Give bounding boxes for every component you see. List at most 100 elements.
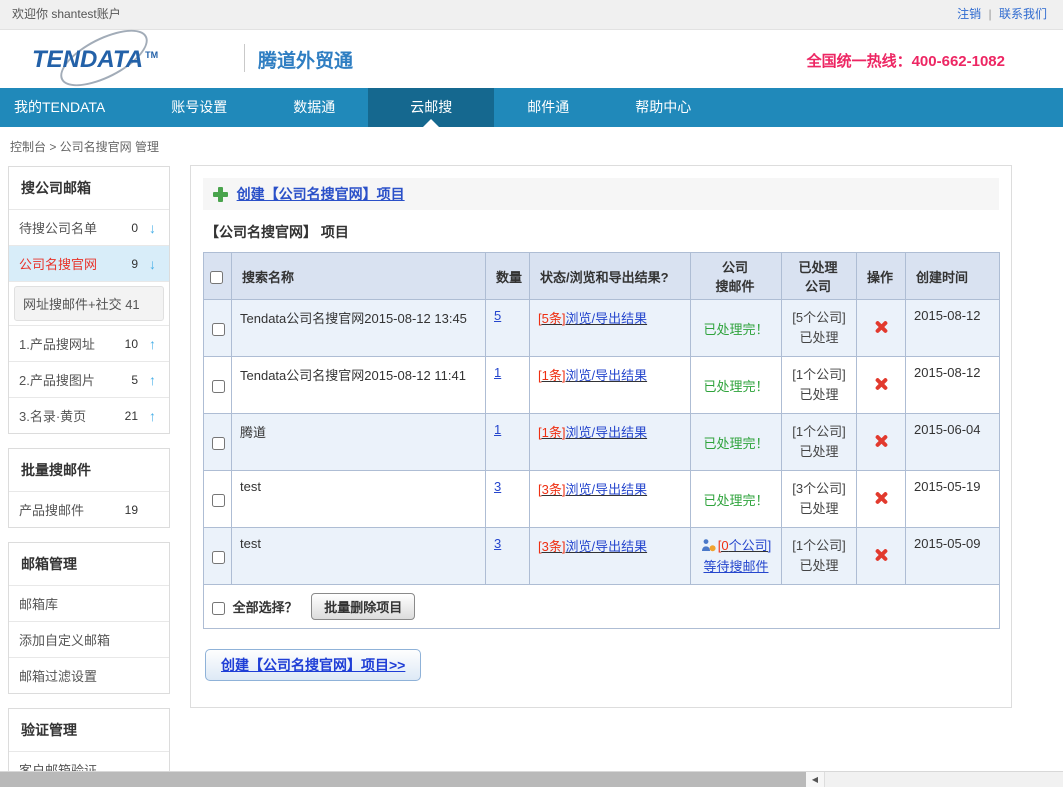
company-search-mail-cell: 已处理完！ bbox=[691, 300, 782, 357]
sidebar-item-label: 待搜公司名单 bbox=[19, 218, 118, 237]
create-project-button[interactable]: 创建【公司名搜官网】项目>> bbox=[205, 649, 421, 681]
quantity-link[interactable]: 5 bbox=[494, 308, 501, 323]
project-name-cell: Tendata公司名搜官网2015-08-12 11:41 bbox=[232, 357, 486, 414]
quantity-link[interactable]: 3 bbox=[494, 536, 501, 551]
logout-link[interactable]: 注销 bbox=[957, 7, 981, 21]
processed-companies-cell: [1个公司]已处理 bbox=[782, 528, 857, 585]
action-cell bbox=[857, 471, 906, 528]
processed-companies-cell: [3个公司]已处理 bbox=[782, 471, 857, 528]
sidebar-section-title: 验证管理 bbox=[9, 709, 169, 751]
quantity-link[interactable]: 3 bbox=[494, 479, 501, 494]
quantity-cell: 1 bbox=[486, 357, 530, 414]
sidebar-item[interactable]: 公司名搜官网9↓ bbox=[9, 245, 169, 281]
select-all-checkbox[interactable] bbox=[212, 602, 225, 615]
up-arrow-icon: ↑ bbox=[146, 336, 159, 352]
sidebar-item-label: 邮箱过滤设置 bbox=[19, 666, 118, 685]
nav-item[interactable]: 云邮搜 bbox=[368, 88, 494, 127]
company-search-mail-cell: 已处理完！ bbox=[691, 357, 782, 414]
quantity-link[interactable]: 1 bbox=[494, 365, 501, 380]
nav-item[interactable]: 帮助中心 bbox=[602, 88, 724, 127]
sidebar-item-label: 3.名录·黄页 bbox=[19, 406, 118, 425]
sidebar-item[interactable]: 待搜公司名单0↓ bbox=[9, 209, 169, 245]
header-checkbox-cell bbox=[204, 253, 232, 300]
sidebar-item[interactable]: 2.产品搜图片5↑ bbox=[9, 361, 169, 397]
sidebar-item-label: 公司名搜官网 bbox=[19, 254, 118, 273]
row-checkbox[interactable] bbox=[212, 551, 225, 564]
create-project-bar: 创建【公司名搜官网】项目 bbox=[203, 178, 999, 210]
batch-delete-button[interactable]: 批量删除项目 bbox=[311, 593, 415, 620]
delete-icon[interactable] bbox=[874, 319, 889, 334]
sidebar-item-label: 邮箱库 bbox=[19, 594, 118, 613]
sidebar-item[interactable]: 邮箱库 bbox=[9, 585, 169, 621]
col-header-name: 搜索名称 bbox=[232, 253, 486, 300]
project-table-body: Tendata公司名搜官网2015-08-12 13:455[5条]浏览/导出结… bbox=[204, 300, 1000, 585]
sidebar-item[interactable]: 3.名录·黄页21↑ bbox=[9, 397, 169, 433]
waiting-search-mail-link[interactable]: 等待搜邮件 bbox=[703, 559, 768, 574]
left-triangle-icon: ◀ bbox=[812, 775, 818, 784]
browse-export-link[interactable]: [1条]浏览/导出结果 bbox=[538, 425, 647, 440]
sidebar-item[interactable]: 1.产品搜网址10↑ bbox=[9, 325, 169, 361]
page-header: TENDATATM 腾道外贸通 全国统一热线：400-662-1082 bbox=[0, 30, 1063, 88]
sidebar-item[interactable]: 网址搜邮件+社交 41 bbox=[9, 281, 169, 325]
row-checkbox-cell bbox=[204, 300, 232, 357]
waiting-count-label: 个公司] bbox=[729, 538, 772, 553]
create-project-link[interactable]: 创建【公司名搜官网】项目 bbox=[237, 186, 405, 202]
sidebar-item[interactable]: 产品搜邮件19 bbox=[9, 491, 169, 527]
sidebar-item[interactable]: 邮箱过滤设置 bbox=[9, 657, 169, 693]
browse-export-link[interactable]: [5条]浏览/导出结果 bbox=[538, 311, 647, 326]
project-name-cell: 腾道 bbox=[232, 414, 486, 471]
sidebar-section-title: 邮箱管理 bbox=[9, 543, 169, 585]
scroll-left-button[interactable]: ◀ bbox=[806, 772, 825, 787]
contact-link[interactable]: 联系我们 bbox=[999, 7, 1047, 21]
result-label: 浏览/导出结果 bbox=[565, 311, 647, 326]
quantity-link[interactable]: 1 bbox=[494, 422, 501, 437]
waiting-companies-link[interactable]: [0个公司] bbox=[718, 538, 771, 553]
col-header-created: 创建时间 bbox=[906, 253, 1000, 300]
browse-export-link[interactable]: [1条]浏览/导出结果 bbox=[538, 368, 647, 383]
col-header-processed-line2: 公司 bbox=[786, 276, 850, 295]
hotline-text: 全国统一热线：400-662-1082 bbox=[807, 50, 1005, 71]
status-done-text: 已处理完！ bbox=[703, 436, 768, 451]
delete-icon[interactable] bbox=[874, 376, 889, 391]
sidebar-item-count: 9 bbox=[118, 257, 138, 271]
row-checkbox[interactable] bbox=[212, 380, 225, 393]
quantity-cell: 5 bbox=[486, 300, 530, 357]
delete-icon[interactable] bbox=[874, 433, 889, 448]
nav-bar: 我的TENDATA账号设置数据通云邮搜邮件通帮助中心 bbox=[0, 88, 1063, 127]
browse-export-link[interactable]: [3条]浏览/导出结果 bbox=[538, 482, 647, 497]
nav-item[interactable]: 数据通 bbox=[260, 88, 368, 127]
row-checkbox[interactable] bbox=[212, 323, 225, 336]
sidebar-section: 邮箱管理邮箱库添加自定义邮箱邮箱过滤设置 bbox=[8, 542, 170, 694]
row-checkbox[interactable] bbox=[212, 494, 225, 507]
sidebar-section-title: 批量搜邮件 bbox=[9, 449, 169, 491]
nav-item[interactable]: 邮件通 bbox=[494, 88, 602, 127]
row-checkbox-cell bbox=[204, 357, 232, 414]
processed-label: 已处理 bbox=[790, 442, 848, 462]
status-cell: [1条]浏览/导出结果 bbox=[530, 414, 691, 471]
sidebar-item-label: 添加自定义邮箱 bbox=[19, 630, 118, 649]
scrollbar-thumb[interactable] bbox=[0, 772, 806, 787]
result-count: [3条] bbox=[538, 482, 565, 497]
browse-export-link[interactable]: [3条]浏览/导出结果 bbox=[538, 539, 647, 554]
select-all-label: 全部选择？ bbox=[233, 600, 298, 615]
sidebar-item[interactable]: 添加自定义邮箱 bbox=[9, 621, 169, 657]
delete-icon[interactable] bbox=[874, 547, 889, 562]
delete-icon[interactable] bbox=[874, 490, 889, 505]
nav-item[interactable]: 我的TENDATA bbox=[0, 88, 138, 127]
sidebar-item-count: 19 bbox=[118, 503, 138, 517]
processed-companies-cell: [1个公司]已处理 bbox=[782, 414, 857, 471]
select-all-header-checkbox[interactable] bbox=[210, 271, 223, 284]
table-row: 腾道1[1条]浏览/导出结果已处理完！[1个公司]已处理2015-06-04 bbox=[204, 414, 1000, 471]
create-button-row: 创建【公司名搜官网】项目>> bbox=[203, 629, 999, 683]
status-done-text: 已处理完！ bbox=[703, 493, 768, 508]
sidebar-item-label: 网址搜邮件+社交 41 bbox=[14, 286, 164, 321]
horizontal-scrollbar[interactable]: ◀ bbox=[0, 771, 1063, 787]
row-checkbox[interactable] bbox=[212, 437, 225, 450]
status-cell: [3条]浏览/导出结果 bbox=[530, 471, 691, 528]
row-checkbox-cell bbox=[204, 528, 232, 585]
sidebar-item-label: 2.产品搜图片 bbox=[19, 370, 118, 389]
brand-divider bbox=[244, 44, 245, 72]
nav-item[interactable]: 账号设置 bbox=[138, 88, 260, 127]
action-cell bbox=[857, 357, 906, 414]
sidebar-item-label: 1.产品搜网址 bbox=[19, 334, 118, 353]
